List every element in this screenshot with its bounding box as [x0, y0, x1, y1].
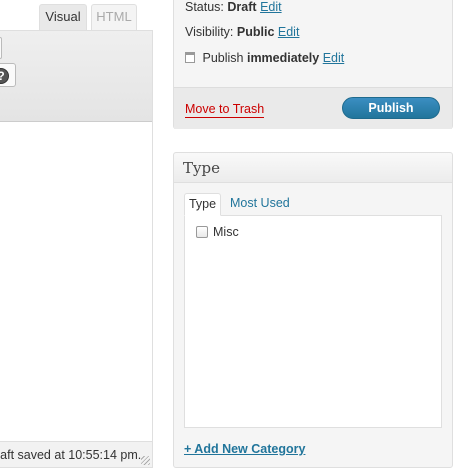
content-editor[interactable]: ? raft saved at 10:55:14 pm. [0, 30, 153, 468]
resize-handle-icon[interactable] [141, 456, 150, 465]
type-box: Type Type Most Used Misc + Add New Categ… [173, 152, 453, 468]
calendar-icon [185, 52, 195, 63]
status-value: Draft [227, 0, 257, 14]
help-icon: ? [0, 68, 9, 84]
tab-visual[interactable]: Visual [39, 4, 87, 30]
type-box-title[interactable]: Type [174, 153, 452, 183]
category-list: Misc [184, 215, 442, 428]
publish-actions: Move to Trash Publish [174, 87, 452, 129]
publish-button[interactable]: Publish [342, 97, 440, 119]
visibility-edit-link[interactable]: Edit [278, 25, 300, 39]
move-to-trash-link[interactable]: Move to Trash [185, 102, 265, 118]
visibility-label: Visibility: [185, 25, 234, 39]
status-row: Status: Draft Edit [185, 0, 282, 14]
status-edit-link[interactable]: Edit [260, 0, 282, 14]
publish-edit-link[interactable]: Edit [323, 51, 345, 65]
help-button[interactable]: ? [0, 63, 16, 87]
toolbar-button[interactable] [0, 37, 2, 59]
draft-saved-status: raft saved at 10:55:14 pm. [0, 441, 152, 467]
status-label: Status: [185, 0, 224, 14]
publish-box: Status: Draft Edit Visibility: Public Ed… [173, 0, 453, 129]
visibility-row: Visibility: Public Edit [185, 25, 299, 39]
add-new-category-link[interactable]: + Add New Category [184, 442, 305, 456]
visibility-value: Public [236, 25, 275, 39]
category-checkbox[interactable] [196, 226, 208, 238]
tab-html[interactable]: HTML [91, 4, 137, 30]
tab-most-used[interactable]: Most Used [230, 196, 290, 210]
publish-label: Publish [202, 51, 244, 65]
category-item[interactable]: Misc [196, 225, 239, 239]
publish-value: immediately [246, 51, 320, 65]
publish-schedule-row: Publish immediately Edit [185, 51, 344, 65]
tab-type[interactable]: Type [184, 193, 221, 216]
editor-toolbar: ? [0, 31, 152, 122]
category-label: Misc [213, 225, 239, 239]
